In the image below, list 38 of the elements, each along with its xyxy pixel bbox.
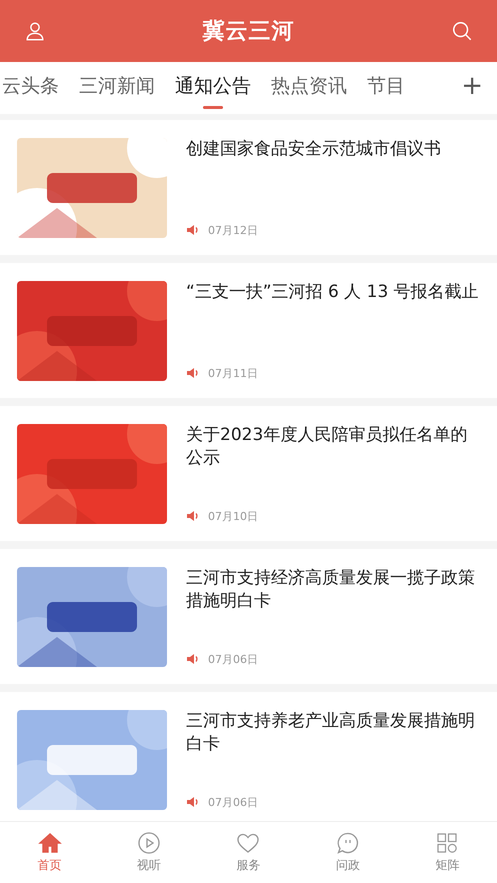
nav-item[interactable]: 视听	[129, 829, 170, 876]
speaker-icon	[186, 653, 200, 665]
app-title: 冀云三河	[202, 18, 294, 46]
nav-item[interactable]: 服务	[228, 829, 268, 876]
nav-item[interactable]: 矩阵	[427, 829, 468, 876]
article-date: 07月06日	[208, 652, 258, 666]
chat-icon	[336, 831, 360, 855]
article-date: 07月10日	[208, 508, 258, 524]
speaker-icon	[186, 367, 200, 379]
article-title: 关于2023年度人民陪审员拟任名单的公示	[186, 424, 468, 470]
article-title: 三河市支持养老产业高质量发展措施明白卡	[186, 710, 476, 756]
article-title: 三河市支持经济高质量发展一揽子政策措施明白卡	[186, 566, 476, 612]
category-tab[interactable]: 节目	[357, 67, 415, 109]
user-icon[interactable]	[24, 20, 46, 42]
speaker-icon	[186, 796, 200, 808]
category-tab[interactable]: 三河新闻	[69, 67, 165, 109]
category-tab[interactable]: 热点资讯	[261, 67, 357, 109]
news-item[interactable]: 创建国家食品安全示范城市倡议书 07月12日	[0, 120, 497, 255]
nav-item[interactable]: 问政	[328, 829, 368, 876]
speaker-icon	[186, 510, 200, 522]
nav-item[interactable]: 首页	[30, 829, 70, 876]
grid-icon	[435, 831, 460, 855]
article-date: 07月11日	[208, 366, 258, 380]
article-date: 07月12日	[208, 222, 258, 238]
category-tab[interactable]: 通知公告	[165, 67, 261, 109]
article-title: “三支一扶”三河招 6 人 13 号报名截止	[186, 280, 480, 304]
category-tab[interactable]: 云头条	[0, 67, 69, 109]
news-item[interactable]: 关于2023年度人民陪审员拟任名单的公示 07月10日	[0, 406, 497, 541]
news-item[interactable]: 三河市支持经济高质量发展一揽子政策措施明白卡 07月06日	[0, 549, 497, 684]
play-icon	[137, 831, 162, 855]
home-icon	[38, 831, 62, 855]
article-title: 创建国家食品安全示范城市倡议书	[186, 138, 442, 160]
search-icon[interactable]	[451, 20, 473, 42]
heart-icon	[236, 831, 260, 855]
news-item[interactable]: “三支一扶”三河招 6 人 13 号报名截止 07月11日	[0, 263, 497, 398]
speaker-icon	[186, 224, 200, 236]
news-item[interactable]: 三河市支持养老产业高质量发展措施明白卡 07月06日	[0, 692, 497, 821]
article-date: 07月06日	[208, 794, 258, 810]
